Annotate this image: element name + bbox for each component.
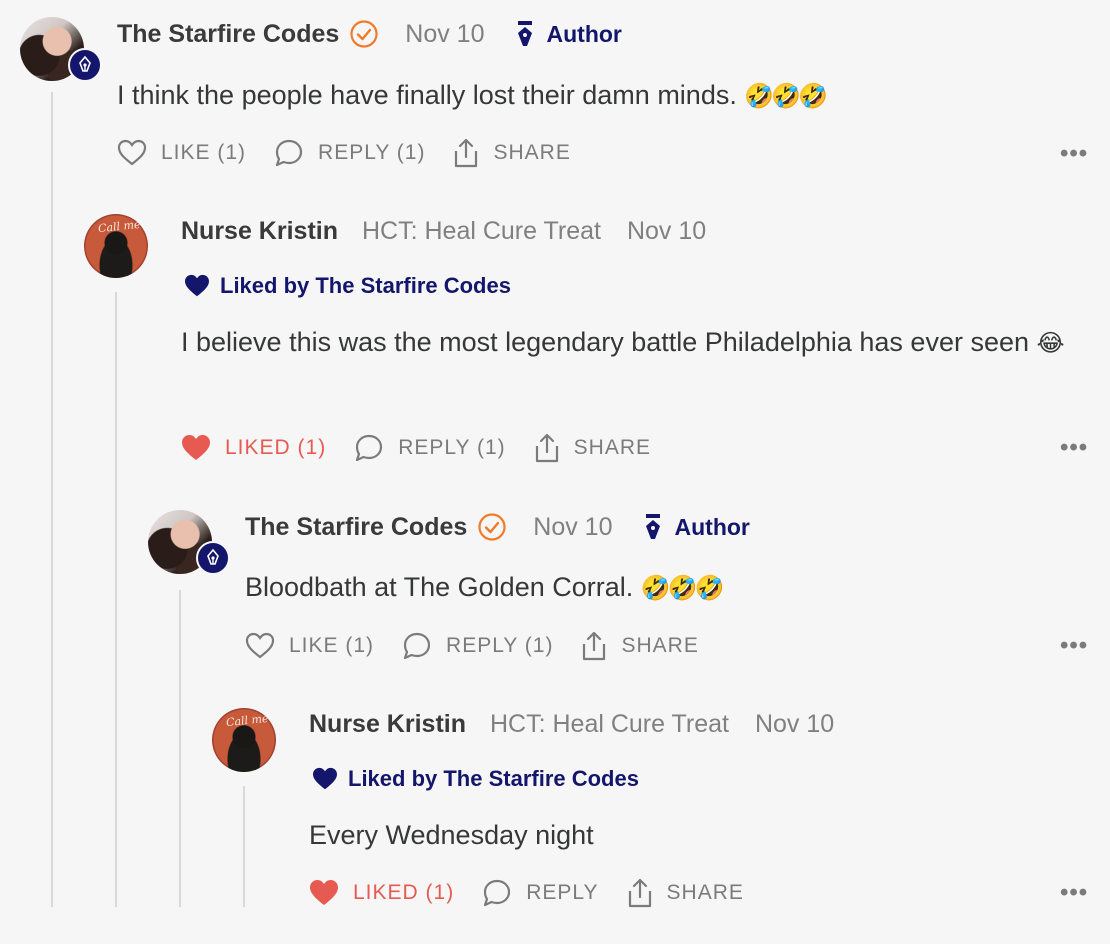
check-badge-icon (349, 19, 379, 49)
share-button[interactable]: SHARE (581, 631, 698, 661)
more-icon[interactable]: ••• (1060, 632, 1088, 660)
reply-button[interactable]: REPLY (1) (274, 138, 425, 168)
commenter-name[interactable]: The Starfire Codes (245, 513, 467, 542)
avatar[interactable]: Call me (84, 214, 148, 278)
more-icon[interactable]: ••• (1060, 140, 1088, 168)
comment-icon (484, 879, 511, 907)
share-icon (628, 878, 651, 908)
comment-body: I think the people have finally lost the… (117, 80, 828, 110)
comment-date[interactable]: Nov 10 (755, 710, 834, 739)
author-label: Author (674, 513, 750, 540)
like-label: LIKE (1) (161, 141, 247, 164)
liked-button[interactable]: LIKED (1) (181, 434, 326, 462)
reply-label: REPLY (526, 881, 599, 904)
thread-line (243, 786, 245, 907)
check-badge-icon (477, 512, 507, 542)
commenter-name[interactable]: Nurse Kristin (181, 217, 338, 246)
liked-button[interactable]: LIKED (1) (309, 879, 454, 907)
share-label: SHARE (573, 436, 651, 459)
author-badge: Author (515, 21, 622, 48)
comment-date[interactable]: Nov 10 (405, 20, 484, 49)
comment-body: Every Wednesday night (309, 820, 594, 850)
share-icon (583, 631, 606, 661)
reply-button[interactable]: REPLY (482, 878, 598, 908)
publication-name[interactable]: HCT: Heal Cure Treat (362, 217, 601, 246)
pen-nib-icon (68, 48, 102, 82)
emoji: 🤣🤣🤣 (744, 83, 828, 110)
like-label: LIKED (1) (225, 436, 327, 459)
more-icon[interactable]: ••• (1060, 879, 1088, 907)
comment-date[interactable]: Nov 10 (533, 513, 612, 542)
heart-icon (182, 435, 210, 460)
emoji: 🤣🤣🤣 (640, 575, 725, 602)
author-label: Author (546, 20, 622, 47)
share-label: SHARE (621, 634, 699, 657)
comment-body: I believe this was the most legendary ba… (181, 327, 1065, 357)
reply-label: REPLY (1) (446, 634, 554, 657)
reply-button[interactable]: REPLY (1) (354, 433, 505, 463)
reply-button[interactable]: REPLY (1) (402, 631, 553, 661)
liked-by-label: Liked by The Starfire Codes (348, 766, 639, 791)
like-button[interactable]: LIKE (1) (117, 139, 246, 167)
comment-icon (403, 632, 431, 660)
emoji: 😂 (1036, 330, 1065, 357)
comment-icon (275, 139, 303, 167)
share-button[interactable]: SHARE (534, 433, 651, 463)
pen-nib-icon (196, 541, 230, 575)
liked-by-author: Liked by The Starfire Codes (184, 273, 511, 299)
thread-line (179, 590, 181, 907)
share-button[interactable]: SHARE (627, 878, 744, 908)
reply-label: REPLY (1) (318, 141, 426, 164)
reply-label: REPLY (1) (398, 436, 506, 459)
comment-thread: The Starfire Codes Nov 10 Author I think… (0, 0, 1110, 944)
heart-icon (310, 880, 338, 905)
share-button[interactable]: SHARE (453, 138, 570, 168)
share-label: SHARE (493, 141, 571, 164)
avatar[interactable]: Call me (212, 708, 276, 772)
author-badge: Author (643, 514, 750, 541)
like-label: LIKE (1) (289, 634, 375, 657)
commenter-name[interactable]: Nurse Kristin (309, 710, 466, 739)
liked-by-label: Liked by The Starfire Codes (220, 273, 511, 298)
commenter-name[interactable]: The Starfire Codes (117, 20, 339, 49)
heart-icon (185, 274, 209, 297)
thread-line (51, 92, 53, 907)
pen-nib-icon (517, 21, 532, 46)
heart-icon (117, 139, 147, 166)
share-icon (455, 138, 478, 168)
more-icon[interactable]: ••• (1060, 434, 1088, 462)
comment-body: Bloodbath at The Golden Corral. 🤣🤣🤣 (245, 572, 725, 602)
like-label: LIKED (1) (353, 881, 455, 904)
like-button[interactable]: LIKE (1) (245, 632, 374, 660)
share-icon (535, 433, 558, 463)
share-label: SHARE (666, 881, 744, 904)
thread-line (115, 292, 117, 907)
liked-by-author: Liked by The Starfire Codes (312, 766, 639, 792)
heart-icon (245, 632, 275, 659)
comment-date[interactable]: Nov 10 (627, 217, 706, 246)
comment-icon (356, 434, 383, 462)
heart-icon (313, 767, 337, 790)
publication-name[interactable]: HCT: Heal Cure Treat (490, 710, 729, 739)
pen-nib-icon (645, 514, 660, 539)
